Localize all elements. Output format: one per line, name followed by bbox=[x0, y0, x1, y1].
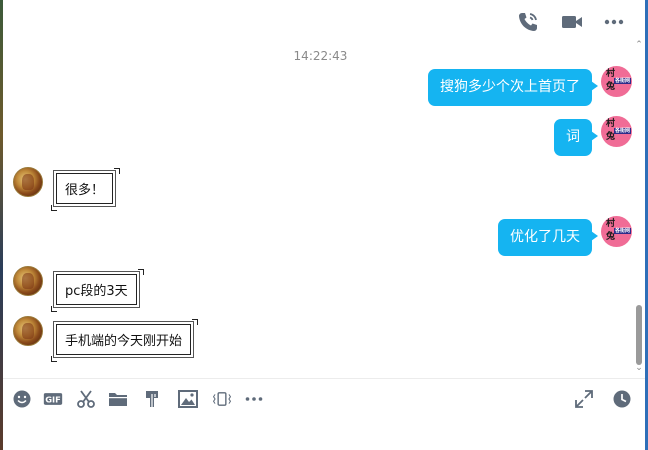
message-bubble-outgoing[interactable]: 词 bbox=[554, 119, 598, 156]
avatar[interactable] bbox=[13, 266, 43, 296]
image-icon[interactable] bbox=[177, 389, 199, 409]
clipboard-icon[interactable] bbox=[141, 389, 163, 409]
gif-icon[interactable]: GIF bbox=[41, 389, 65, 409]
message-input[interactable] bbox=[3, 418, 645, 450]
expand-icon[interactable] bbox=[573, 389, 595, 409]
more-options-icon[interactable] bbox=[601, 9, 627, 35]
message-bubble-incoming[interactable]: 很多！ bbox=[51, 168, 121, 211]
avatar[interactable] bbox=[13, 316, 43, 346]
history-icon[interactable] bbox=[611, 389, 633, 409]
avatar[interactable]: 村 各街网 兔 bbox=[601, 66, 632, 97]
phone-call-icon[interactable] bbox=[515, 9, 541, 35]
svg-text:GIF: GIF bbox=[45, 394, 61, 404]
video-call-icon[interactable] bbox=[559, 9, 585, 35]
more-icon[interactable] bbox=[243, 389, 265, 409]
avatar[interactable]: 村 各街网 兔 bbox=[601, 116, 632, 147]
chat-header bbox=[3, 0, 645, 42]
scroll-down-arrow[interactable]: ⌄ bbox=[634, 364, 644, 373]
emoji-icon[interactable] bbox=[11, 389, 33, 409]
message-bubble-incoming[interactable]: 手机端的今天刚开始 bbox=[51, 319, 199, 362]
input-toolbar: GIF bbox=[3, 378, 645, 418]
avatar[interactable]: 村 各街网 兔 bbox=[601, 216, 632, 247]
folder-icon[interactable] bbox=[107, 389, 129, 409]
message-list: 14:22:43 搜狗多少个次上首页了 村 各街网 兔 词 村 各街网 兔 很多… bbox=[3, 42, 638, 378]
scroll-up-arrow[interactable]: ⌃ bbox=[634, 41, 644, 50]
avatar[interactable] bbox=[13, 167, 43, 197]
message-bubble-outgoing[interactable]: 搜狗多少个次上首页了 bbox=[428, 69, 598, 106]
scrollbar-thumb[interactable] bbox=[636, 305, 642, 365]
message-bubble-incoming[interactable]: pc段的3天 bbox=[51, 269, 144, 312]
screenshot-scissors-icon[interactable] bbox=[75, 389, 97, 409]
shake-window-icon[interactable] bbox=[209, 389, 235, 409]
message-bubble-outgoing[interactable]: 优化了几天 bbox=[498, 219, 598, 256]
message-timestamp: 14:22:43 bbox=[293, 49, 348, 63]
